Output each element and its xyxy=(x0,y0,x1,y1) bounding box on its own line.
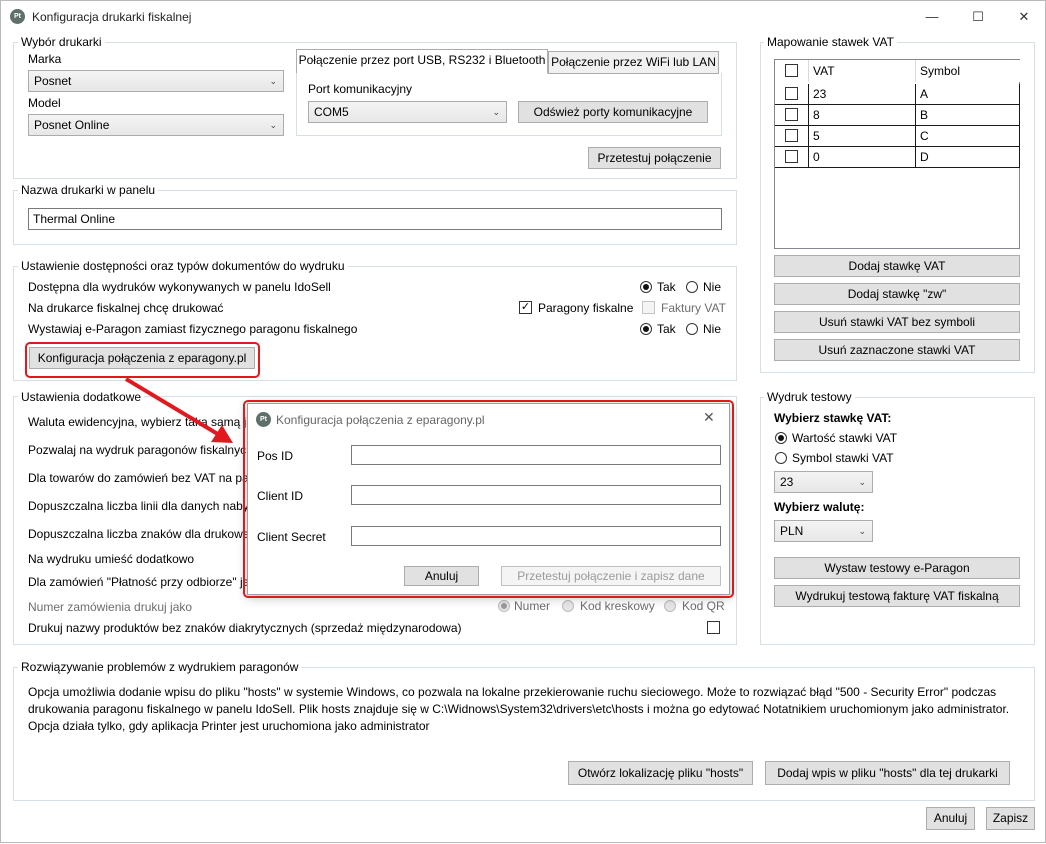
dialog-highlight-box xyxy=(243,400,734,598)
main-window: Pt Konfiguracja drukarki fiskalnej — ☐ ✕… xyxy=(0,0,1046,843)
